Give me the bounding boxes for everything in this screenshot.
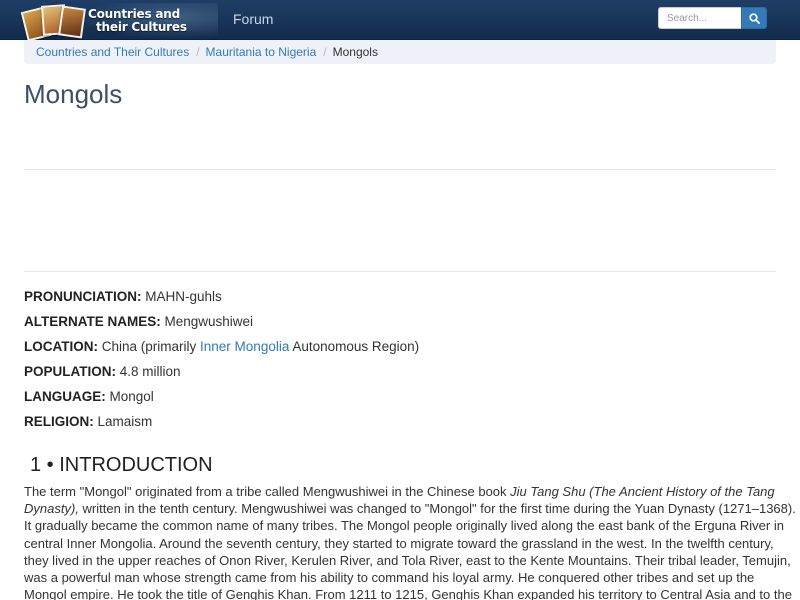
- fact-population: POPULATION: 4.8 million: [24, 363, 181, 381]
- text-run: written in the tenth century. Mengwushiw…: [78, 501, 796, 517]
- logo-image-cards: [20, 3, 88, 45]
- fact-value: Mengwushiwei: [160, 314, 254, 329]
- article-line: It gradually became the common name of m…: [24, 517, 784, 534]
- fact-value: 4.8 million: [116, 364, 181, 379]
- italic-run: Jiu Tang Shu (The Ancient History of the…: [510, 484, 775, 499]
- search-button[interactable]: [741, 7, 767, 29]
- logo-text-line2: their Cultures: [96, 20, 187, 34]
- fact-label: LANGUAGE:: [24, 389, 106, 404]
- breadcrumb-separator: /: [196, 45, 200, 59]
- article-line: Dynasty), written in the tenth century. …: [24, 500, 796, 517]
- text-run: It gradually became the common name of m…: [24, 518, 784, 534]
- search-input[interactable]: [658, 7, 742, 29]
- article-line: The term "Mongol" originated from a trib…: [24, 483, 776, 500]
- nav-forum-link[interactable]: Forum: [233, 11, 273, 27]
- fact-label: RELIGION:: [24, 414, 94, 429]
- article-line: they lived in the upper reaches of Onon …: [24, 552, 791, 569]
- inner-mongolia-link[interactable]: Inner Mongolia: [200, 339, 289, 354]
- fact-label: POPULATION:: [24, 364, 116, 379]
- article-line: Mongol empire. He took the title of Geng…: [24, 586, 792, 600]
- logo-card-3: [58, 5, 86, 39]
- article-line: central Inner Mongolia. Around the seven…: [24, 535, 776, 552]
- fact-value: Mongol: [105, 389, 154, 404]
- fact-value: MAHN-guhls: [141, 289, 222, 304]
- text-run: The term "Mongol" originated from a trib…: [24, 484, 511, 499]
- fact-label: LOCATION:: [24, 339, 98, 354]
- section-heading-introduction: 1 • INTRODUCTION: [30, 454, 213, 476]
- breadcrumb: Countries and Their Cultures / Mauritania …: [24, 40, 776, 64]
- logo-text: Countries and their Cultures: [88, 8, 198, 34]
- search-form: [658, 7, 767, 29]
- breadcrumb-item-countries[interactable]: Countries and Their Cultures: [36, 45, 189, 59]
- fact-pronunciation: PRONUNCIATION: MAHN-guhls: [24, 288, 222, 306]
- breadcrumb-item-current: Mongols: [332, 45, 378, 59]
- fact-value-after: Autonomous Region): [289, 339, 420, 354]
- search-icon: [748, 12, 760, 24]
- text-run: they lived in the upper reaches of Onon …: [24, 552, 791, 568]
- divider-top: [24, 169, 776, 170]
- text-run: Mongol empire. He took the title of Geng…: [24, 587, 792, 600]
- page-title: Mongols: [24, 79, 123, 109]
- breadcrumb-item-mauritania-to-nigeria[interactable]: Mauritania to Nigeria: [206, 45, 317, 59]
- fact-location: LOCATION: China (primarily Inner Mongoli…: [24, 338, 419, 356]
- top-navbar: Countries and their Cultures Forum: [0, 0, 800, 45]
- text-run: central Inner Mongolia. Around the seven…: [24, 535, 774, 551]
- logo-text-line1: Countries and: [88, 7, 180, 21]
- italic-run: Dynasty),: [24, 501, 79, 517]
- breadcrumb-separator: /: [323, 45, 327, 59]
- fact-value: Lamaism: [93, 414, 153, 429]
- divider-bottom: [24, 271, 776, 272]
- site-logo[interactable]: Countries and their Cultures: [20, 3, 218, 45]
- fact-alternate-names: ALTERNATE NAMES: Mengwushiwei: [24, 313, 253, 331]
- article-paragraph: The term "Mongol" originated from a trib…: [24, 483, 796, 600]
- fact-language: LANGUAGE: Mongol: [24, 388, 154, 406]
- article-body: The term "Mongol" originated from a trib…: [24, 483, 796, 600]
- fact-value-before: China (primarily: [98, 339, 201, 354]
- fact-label: ALTERNATE NAMES:: [24, 314, 161, 329]
- article-line: was a powerful man whose strength came f…: [24, 569, 776, 586]
- text-run: was a powerful man whose strength came f…: [24, 570, 755, 586]
- fact-label: PRONUNCIATION:: [24, 289, 142, 304]
- fact-religion: RELIGION: Lamaism: [24, 413, 152, 431]
